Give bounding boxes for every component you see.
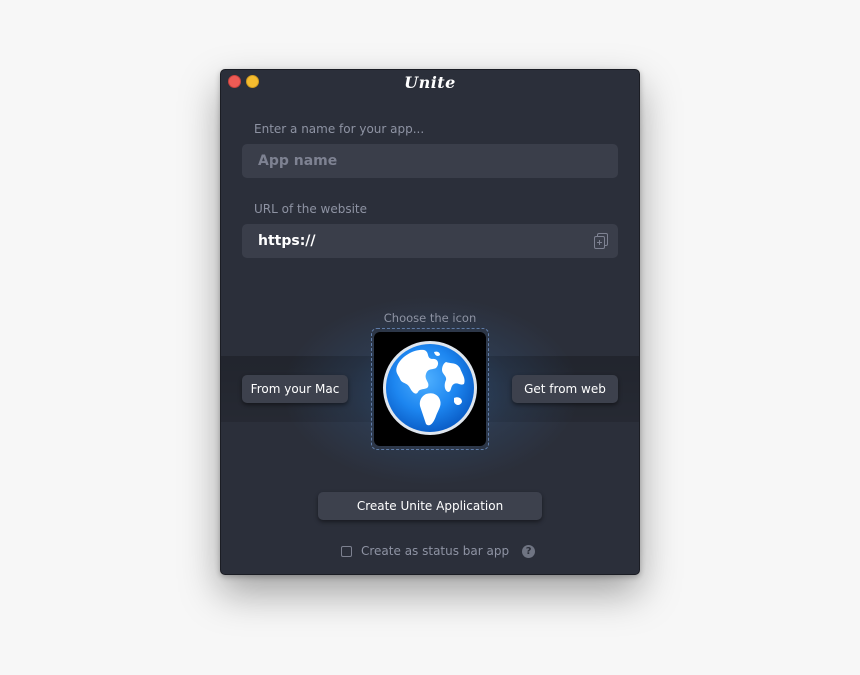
url-input[interactable] bbox=[256, 232, 604, 250]
app-name-label: Enter a name for your app... bbox=[254, 122, 425, 136]
url-label: URL of the website bbox=[254, 202, 367, 216]
get-from-web-button[interactable]: Get from web bbox=[512, 375, 618, 403]
app-name-field[interactable] bbox=[242, 144, 618, 178]
create-app-button[interactable]: Create Unite Application bbox=[318, 492, 542, 520]
app-title: Unite bbox=[404, 73, 456, 92]
choose-icon-label: Choose the icon bbox=[383, 311, 477, 325]
status-bar-option: Create as status bar app ? bbox=[341, 544, 536, 558]
status-bar-checkbox[interactable] bbox=[341, 545, 352, 557]
from-mac-button[interactable]: From your Mac bbox=[242, 375, 348, 403]
app-name-input[interactable] bbox=[256, 152, 604, 170]
globe-icon bbox=[383, 341, 477, 435]
app-icon-preview[interactable] bbox=[374, 332, 486, 446]
paste-icon[interactable] bbox=[594, 233, 608, 249]
help-icon[interactable]: ? bbox=[522, 544, 536, 558]
status-bar-label[interactable]: Create as status bar app bbox=[361, 544, 509, 558]
url-field[interactable] bbox=[242, 224, 618, 258]
app-window: Unite Enter a name for your app... URL o… bbox=[220, 69, 640, 575]
